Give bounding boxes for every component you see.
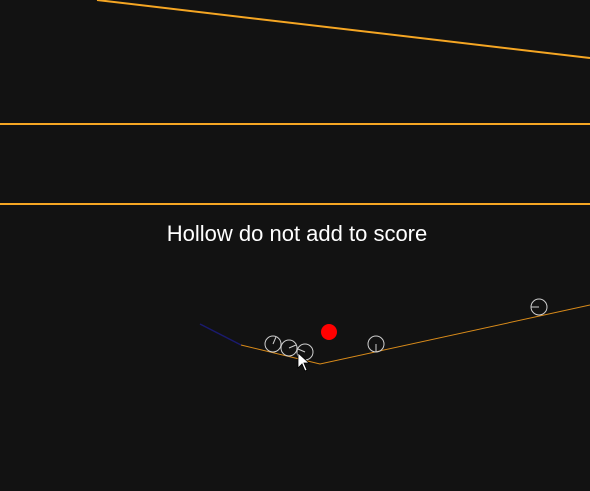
upper-sloped-wall	[96, 0, 590, 59]
hint-text: Hollow do not add to score	[167, 221, 428, 246]
hollow-ball	[530, 298, 548, 316]
hollow-ball	[280, 339, 298, 357]
mouse-pointer-icon	[297, 352, 311, 372]
solid-ball	[321, 324, 337, 340]
hollow-ball	[264, 335, 282, 353]
flipper-segment[interactable]	[199, 323, 242, 346]
game-canvas[interactable]: Hollow do not add to score	[0, 0, 590, 491]
hollow-ball	[367, 335, 385, 353]
game-scene[interactable]: Hollow do not add to score	[0, 0, 590, 491]
